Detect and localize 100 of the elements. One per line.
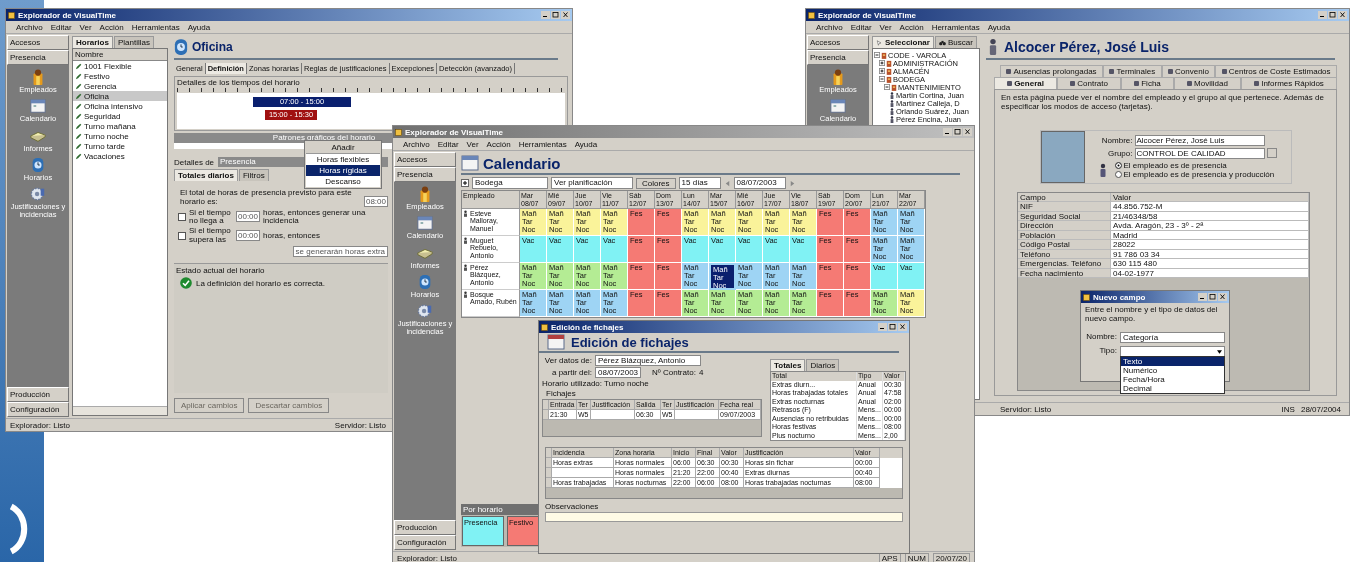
colors-button[interactable]: Colores: [636, 177, 676, 189]
close-button[interactable]: [963, 128, 972, 136]
radio-button[interactable]: [1114, 161, 1122, 169]
scrollbar[interactable]: [73, 406, 167, 415]
list-item[interactable]: Festivo: [73, 71, 167, 81]
menu-item[interactable]: Acción: [486, 139, 511, 149]
list-item[interactable]: Turno tarde: [73, 141, 167, 151]
nav-section-button[interactable]: Producción: [7, 387, 69, 402]
dropdown-option[interactable]: Texto: [1121, 356, 1224, 366]
date-field[interactable]: 08/07/2003: [595, 367, 642, 378]
time-input[interactable]: 00:00: [236, 230, 261, 242]
nav-section-button[interactable]: Presencia: [7, 50, 69, 65]
menu-item[interactable]: Ayuda: [574, 139, 598, 149]
minimize-button[interactable]: [878, 323, 887, 331]
tab[interactable]: Ficha: [1121, 77, 1174, 89]
dropdown-option[interactable]: Fecha/Hora: [1121, 374, 1224, 384]
list-item[interactable]: Oficina: [73, 91, 167, 101]
minimize-button[interactable]: [1318, 11, 1327, 19]
type-dropdown[interactable]: [1120, 345, 1225, 357]
menu-item[interactable]: Acción: [899, 22, 924, 32]
close-button[interactable]: [1338, 11, 1347, 19]
menu-item[interactable]: Archivo: [16, 22, 43, 32]
close-button[interactable]: [898, 323, 907, 331]
tab[interactable]: Terminales: [1103, 65, 1162, 77]
checkbox[interactable]: [178, 213, 186, 221]
maximize-button[interactable]: [953, 128, 962, 136]
tab[interactable]: Movilidad: [1173, 77, 1242, 89]
tab[interactable]: Totales diarios: [174, 169, 238, 181]
tab[interactable]: Ausencias prolongadas: [1000, 65, 1104, 77]
menu-item[interactable]: Archivo: [816, 22, 843, 32]
dropdown-option[interactable]: Decimal: [1121, 383, 1224, 393]
checkbox[interactable]: [178, 231, 186, 240]
menu-item[interactable]: Acción: [99, 22, 124, 32]
nav-section-button[interactable]: Configuración: [394, 535, 456, 550]
close-button[interactable]: [561, 11, 570, 19]
tab[interactable]: Totales: [770, 359, 806, 371]
collapse-icon[interactable]: [879, 76, 885, 82]
minimize-button[interactable]: [943, 128, 952, 136]
tab[interactable]: Horarios: [72, 36, 113, 48]
list-item[interactable]: 1001 Flexible: [73, 61, 167, 71]
expand-icon[interactable]: [879, 60, 885, 66]
action-dropdown[interactable]: se generarán horas extra: [292, 246, 388, 258]
tab[interactable]: Convenio: [1161, 65, 1216, 77]
menu-item[interactable]: Ayuda: [987, 22, 1011, 32]
expand-icon[interactable]: [879, 68, 885, 74]
time-input[interactable]: 00:00: [236, 211, 261, 223]
employee-field[interactable]: Pérez Blázquez, Antonio: [595, 355, 701, 366]
nav-section-button[interactable]: Producción: [394, 520, 456, 535]
list-item[interactable]: Turno noche: [73, 131, 167, 141]
list-item[interactable]: Gerencia: [73, 81, 167, 91]
menu-item[interactable]: Ver: [79, 22, 92, 32]
menu-item[interactable]: Descanso: [306, 176, 380, 187]
nav-section-button[interactable]: Accesos: [807, 35, 869, 50]
nav-section-button[interactable]: Presencia: [807, 50, 869, 65]
menu-item[interactable]: Ayuda: [187, 22, 211, 32]
menu-item[interactable]: Horas rígidas: [306, 165, 380, 176]
name-field[interactable]: Categoría: [1120, 331, 1225, 343]
maximize-button[interactable]: [551, 11, 560, 19]
view-dropdown[interactable]: Ver planificación: [551, 177, 633, 189]
group-field[interactable]: CONTROL DE CALIDAD: [1134, 147, 1265, 159]
list-item[interactable]: Seguridad: [73, 111, 167, 121]
tab[interactable]: Centros de Coste Estimados: [1215, 65, 1337, 77]
date-field[interactable]: 08/07/2003: [733, 177, 786, 189]
expand-icon[interactable]: [461, 179, 469, 187]
minimize-button[interactable]: [541, 11, 550, 19]
minimize-button[interactable]: [1198, 293, 1207, 301]
collapse-icon[interactable]: [884, 84, 890, 90]
menu-item[interactable]: Editar: [850, 22, 872, 32]
tab[interactable]: Seleccionar: [872, 36, 934, 48]
menu-item[interactable]: Herramientas: [518, 139, 567, 149]
tab[interactable]: Informes Rápidos: [1241, 77, 1338, 89]
tab[interactable]: Filtros: [238, 169, 269, 181]
nav-section-button[interactable]: Presencia: [394, 167, 456, 182]
time-input[interactable]: 08:00: [363, 195, 388, 207]
radio-button[interactable]: [1114, 170, 1122, 178]
close-button[interactable]: [1218, 293, 1227, 301]
group-field[interactable]: Bodega: [472, 177, 548, 189]
list-item[interactable]: Turno mañana: [73, 121, 167, 131]
menu-item[interactable]: Ver: [879, 22, 892, 32]
maximize-button[interactable]: [1328, 11, 1337, 19]
menu-item[interactable]: Herramientas: [131, 22, 180, 32]
range-dropdown[interactable]: 15 días: [678, 177, 721, 189]
name-field[interactable]: Alcocer Pérez, José Luis: [1134, 134, 1265, 146]
menu-item[interactable]: Herramientas: [931, 22, 980, 32]
maximize-button[interactable]: [1208, 293, 1217, 301]
list-item[interactable]: Vacaciones: [73, 151, 167, 161]
nav-section-button[interactable]: Configuración: [7, 402, 69, 417]
tab[interactable]: Diarios: [806, 359, 840, 371]
tab[interactable]: Plantillas: [113, 36, 154, 48]
collapse-icon[interactable]: [874, 52, 880, 58]
maximize-button[interactable]: [888, 323, 897, 331]
notes-field[interactable]: [545, 512, 903, 522]
tab[interactable]: General: [994, 77, 1058, 89]
tab[interactable]: Buscar: [934, 36, 977, 48]
nav-section-button[interactable]: Accesos: [7, 35, 69, 50]
menu-item[interactable]: Horas flexibles: [306, 154, 380, 165]
nav-section-button[interactable]: Accesos: [394, 152, 456, 167]
list-item[interactable]: Oficina intensivo: [73, 101, 167, 111]
dropdown-option[interactable]: Numérico: [1121, 365, 1224, 375]
menu-item[interactable]: Editar: [50, 22, 72, 32]
